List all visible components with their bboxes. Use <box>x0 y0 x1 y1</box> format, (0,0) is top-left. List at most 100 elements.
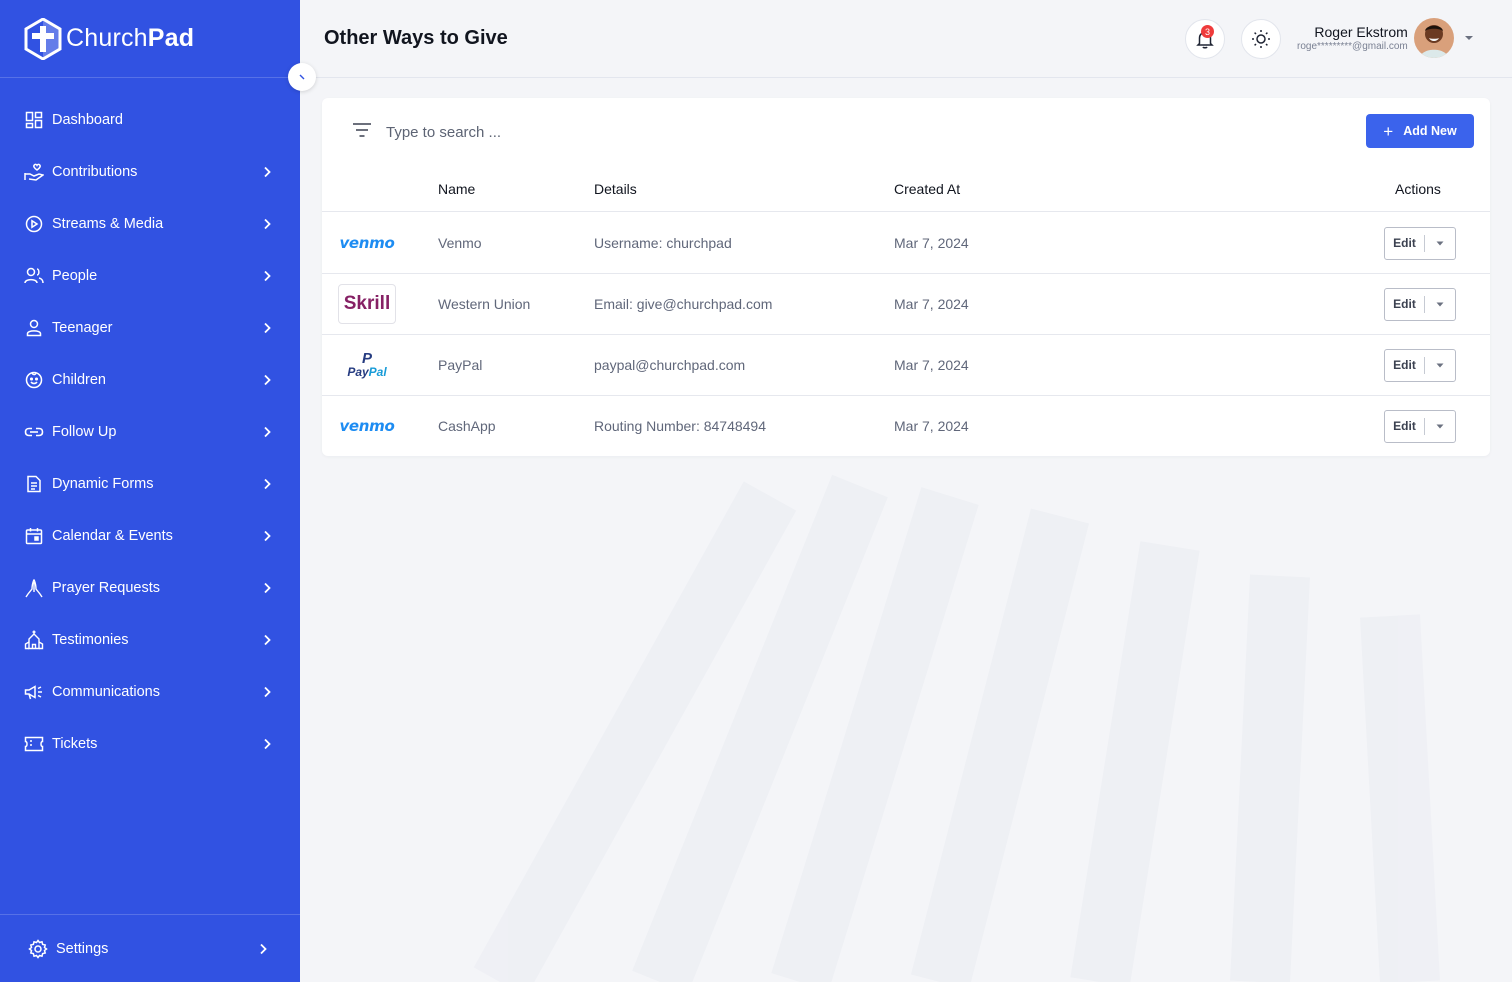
sun-icon <box>1252 30 1270 48</box>
user-info: Roger Ekstrom roge*********@gmail.com <box>1297 24 1408 52</box>
row-actions: Edit <box>1384 410 1456 443</box>
theme-toggle-button[interactable] <box>1241 19 1281 59</box>
chevron-right-icon <box>264 478 271 490</box>
chevron-right-icon <box>264 530 271 542</box>
add-new-button[interactable]: + Add New <box>1366 114 1474 148</box>
row-details: paypal@churchpad.com <box>594 357 746 373</box>
sidebar-item-testimonies[interactable]: Testimonies <box>0 614 300 666</box>
collapse-arrow-icon <box>299 74 305 80</box>
sidebar-item-label: People <box>52 268 98 284</box>
edit-button[interactable]: Edit <box>1385 235 1425 252</box>
sidebar-item-communications[interactable]: Communications <box>0 666 300 718</box>
sidebar-item-label: Contributions <box>52 164 138 180</box>
filter-icon[interactable] <box>352 122 372 138</box>
caret-down-icon <box>1436 302 1444 307</box>
table-header: Name Details Created At Actions <box>322 170 1490 212</box>
sidebar-item-teenager[interactable]: Teenager <box>0 302 300 354</box>
calendar-icon <box>24 526 44 546</box>
sidebar-item-label: Teenager <box>52 320 113 336</box>
search-bar: + Add New <box>322 98 1490 164</box>
sidebar-collapse-button[interactable] <box>288 63 316 91</box>
chevron-right-icon <box>264 218 271 230</box>
actions-dropdown-toggle[interactable] <box>1425 363 1455 368</box>
sidebar-item-tickets[interactable]: Tickets <box>0 718 300 770</box>
ticket-icon <box>24 734 44 754</box>
notification-count-badge: 3 <box>1201 25 1214 38</box>
notifications-button[interactable]: 3 <box>1185 19 1225 59</box>
edit-button[interactable]: Edit <box>1385 296 1425 313</box>
caret-down-icon <box>1436 424 1444 429</box>
actions-dropdown-toggle[interactable] <box>1425 241 1455 246</box>
row-created-at: Mar 7, 2024 <box>894 357 969 373</box>
sidebar-item-prayer-requests[interactable]: Prayer Requests <box>0 562 300 614</box>
column-header-name[interactable]: Name <box>438 181 475 197</box>
row-name: PayPal <box>438 357 483 373</box>
sidebar-item-label: Dynamic Forms <box>52 476 154 492</box>
chevron-right-icon <box>264 686 271 698</box>
brand-name: ChurchPad <box>66 24 195 52</box>
row-actions: Edit <box>1384 349 1456 382</box>
edit-button[interactable]: Edit <box>1385 418 1425 435</box>
add-new-label: Add New <box>1403 124 1457 138</box>
sidebar-item-people[interactable]: People <box>0 250 300 302</box>
actions-dropdown-toggle[interactable] <box>1425 424 1455 429</box>
actions-dropdown-toggle[interactable] <box>1425 302 1455 307</box>
search-input[interactable] <box>386 118 986 146</box>
table-row[interactable]: P PayPal PayPal paypal@churchpad.com Mar… <box>322 335 1490 396</box>
column-header-details[interactable]: Details <box>594 181 637 197</box>
dashboard-icon <box>24 110 44 130</box>
chevron-right-icon <box>264 166 271 178</box>
caret-down-icon <box>1436 363 1444 368</box>
row-details: Routing Number: 84748494 <box>594 418 767 434</box>
table-row[interactable]: venmo CashApp Routing Number: 84748494 M… <box>322 396 1490 457</box>
sidebar-item-label: Prayer Requests <box>52 580 160 596</box>
chevron-right-icon <box>264 582 271 594</box>
chevron-down-icon <box>1464 36 1473 40</box>
brand[interactable]: ChurchPad <box>0 0 300 78</box>
paypal-logo: P PayPal <box>347 350 387 379</box>
column-header-created-at[interactable]: Created At <box>894 181 960 197</box>
venmo-logo: venmo <box>339 234 395 252</box>
hand-heart-icon <box>24 162 44 182</box>
user-icon <box>24 318 44 338</box>
caret-down-icon <box>1436 241 1444 246</box>
sidebar-item-settings[interactable]: Settings <box>0 914 300 982</box>
sidebar-item-label: Children <box>52 372 106 388</box>
chevron-right-icon <box>264 634 271 646</box>
praying-hands-icon <box>24 578 44 598</box>
sidebar-item-children[interactable]: Children <box>0 354 300 406</box>
user-menu[interactable]: Roger Ekstrom roge*********@gmail.com <box>1297 18 1474 58</box>
page-title: Other Ways to Give <box>324 27 508 49</box>
sidebar-item-follow-up[interactable]: Follow Up <box>0 406 300 458</box>
sidebar-item-streams-media[interactable]: Streams & Media <box>0 198 300 250</box>
megaphone-icon <box>24 682 44 702</box>
row-created-at: Mar 7, 2024 <box>894 235 969 251</box>
gear-icon <box>28 938 48 959</box>
row-name: CashApp <box>438 418 496 434</box>
sidebar-item-label: Testimonies <box>52 632 129 648</box>
row-details: Username: churchpad <box>594 235 732 251</box>
sidebar-item-label: Calendar & Events <box>52 528 173 544</box>
edit-button[interactable]: Edit <box>1385 357 1425 374</box>
plus-icon: + <box>1383 121 1394 141</box>
chevron-right-icon <box>264 374 271 386</box>
sidebar-item-label: Communications <box>52 684 160 700</box>
table-row[interactable]: Skrill Western Union Email: give@churchp… <box>322 274 1490 335</box>
sidebar-item-dashboard[interactable]: Dashboard <box>0 94 300 146</box>
skrill-logo: Skrill <box>338 284 396 324</box>
sidebar: ChurchPad Dashboard Contributions Stream… <box>0 0 300 982</box>
settings-label: Settings <box>56 940 109 957</box>
play-circle-icon <box>24 214 44 234</box>
sidebar-nav: Dashboard Contributions Streams & Media … <box>0 94 300 770</box>
table-row[interactable]: venmo Venmo Username: churchpad Mar 7, 2… <box>322 213 1490 274</box>
sidebar-item-dynamic-forms[interactable]: Dynamic Forms <box>0 458 300 510</box>
row-actions: Edit <box>1384 227 1456 260</box>
sidebar-item-contributions[interactable]: Contributions <box>0 146 300 198</box>
sidebar-item-label: Follow Up <box>52 424 117 440</box>
users-icon <box>24 266 44 286</box>
avatar <box>1413 18 1454 58</box>
user-email: roge*********@gmail.com <box>1297 41 1408 52</box>
church-icon <box>24 630 44 650</box>
sidebar-item-label: Dashboard <box>52 112 123 128</box>
sidebar-item-calendar-events[interactable]: Calendar & Events <box>0 510 300 562</box>
